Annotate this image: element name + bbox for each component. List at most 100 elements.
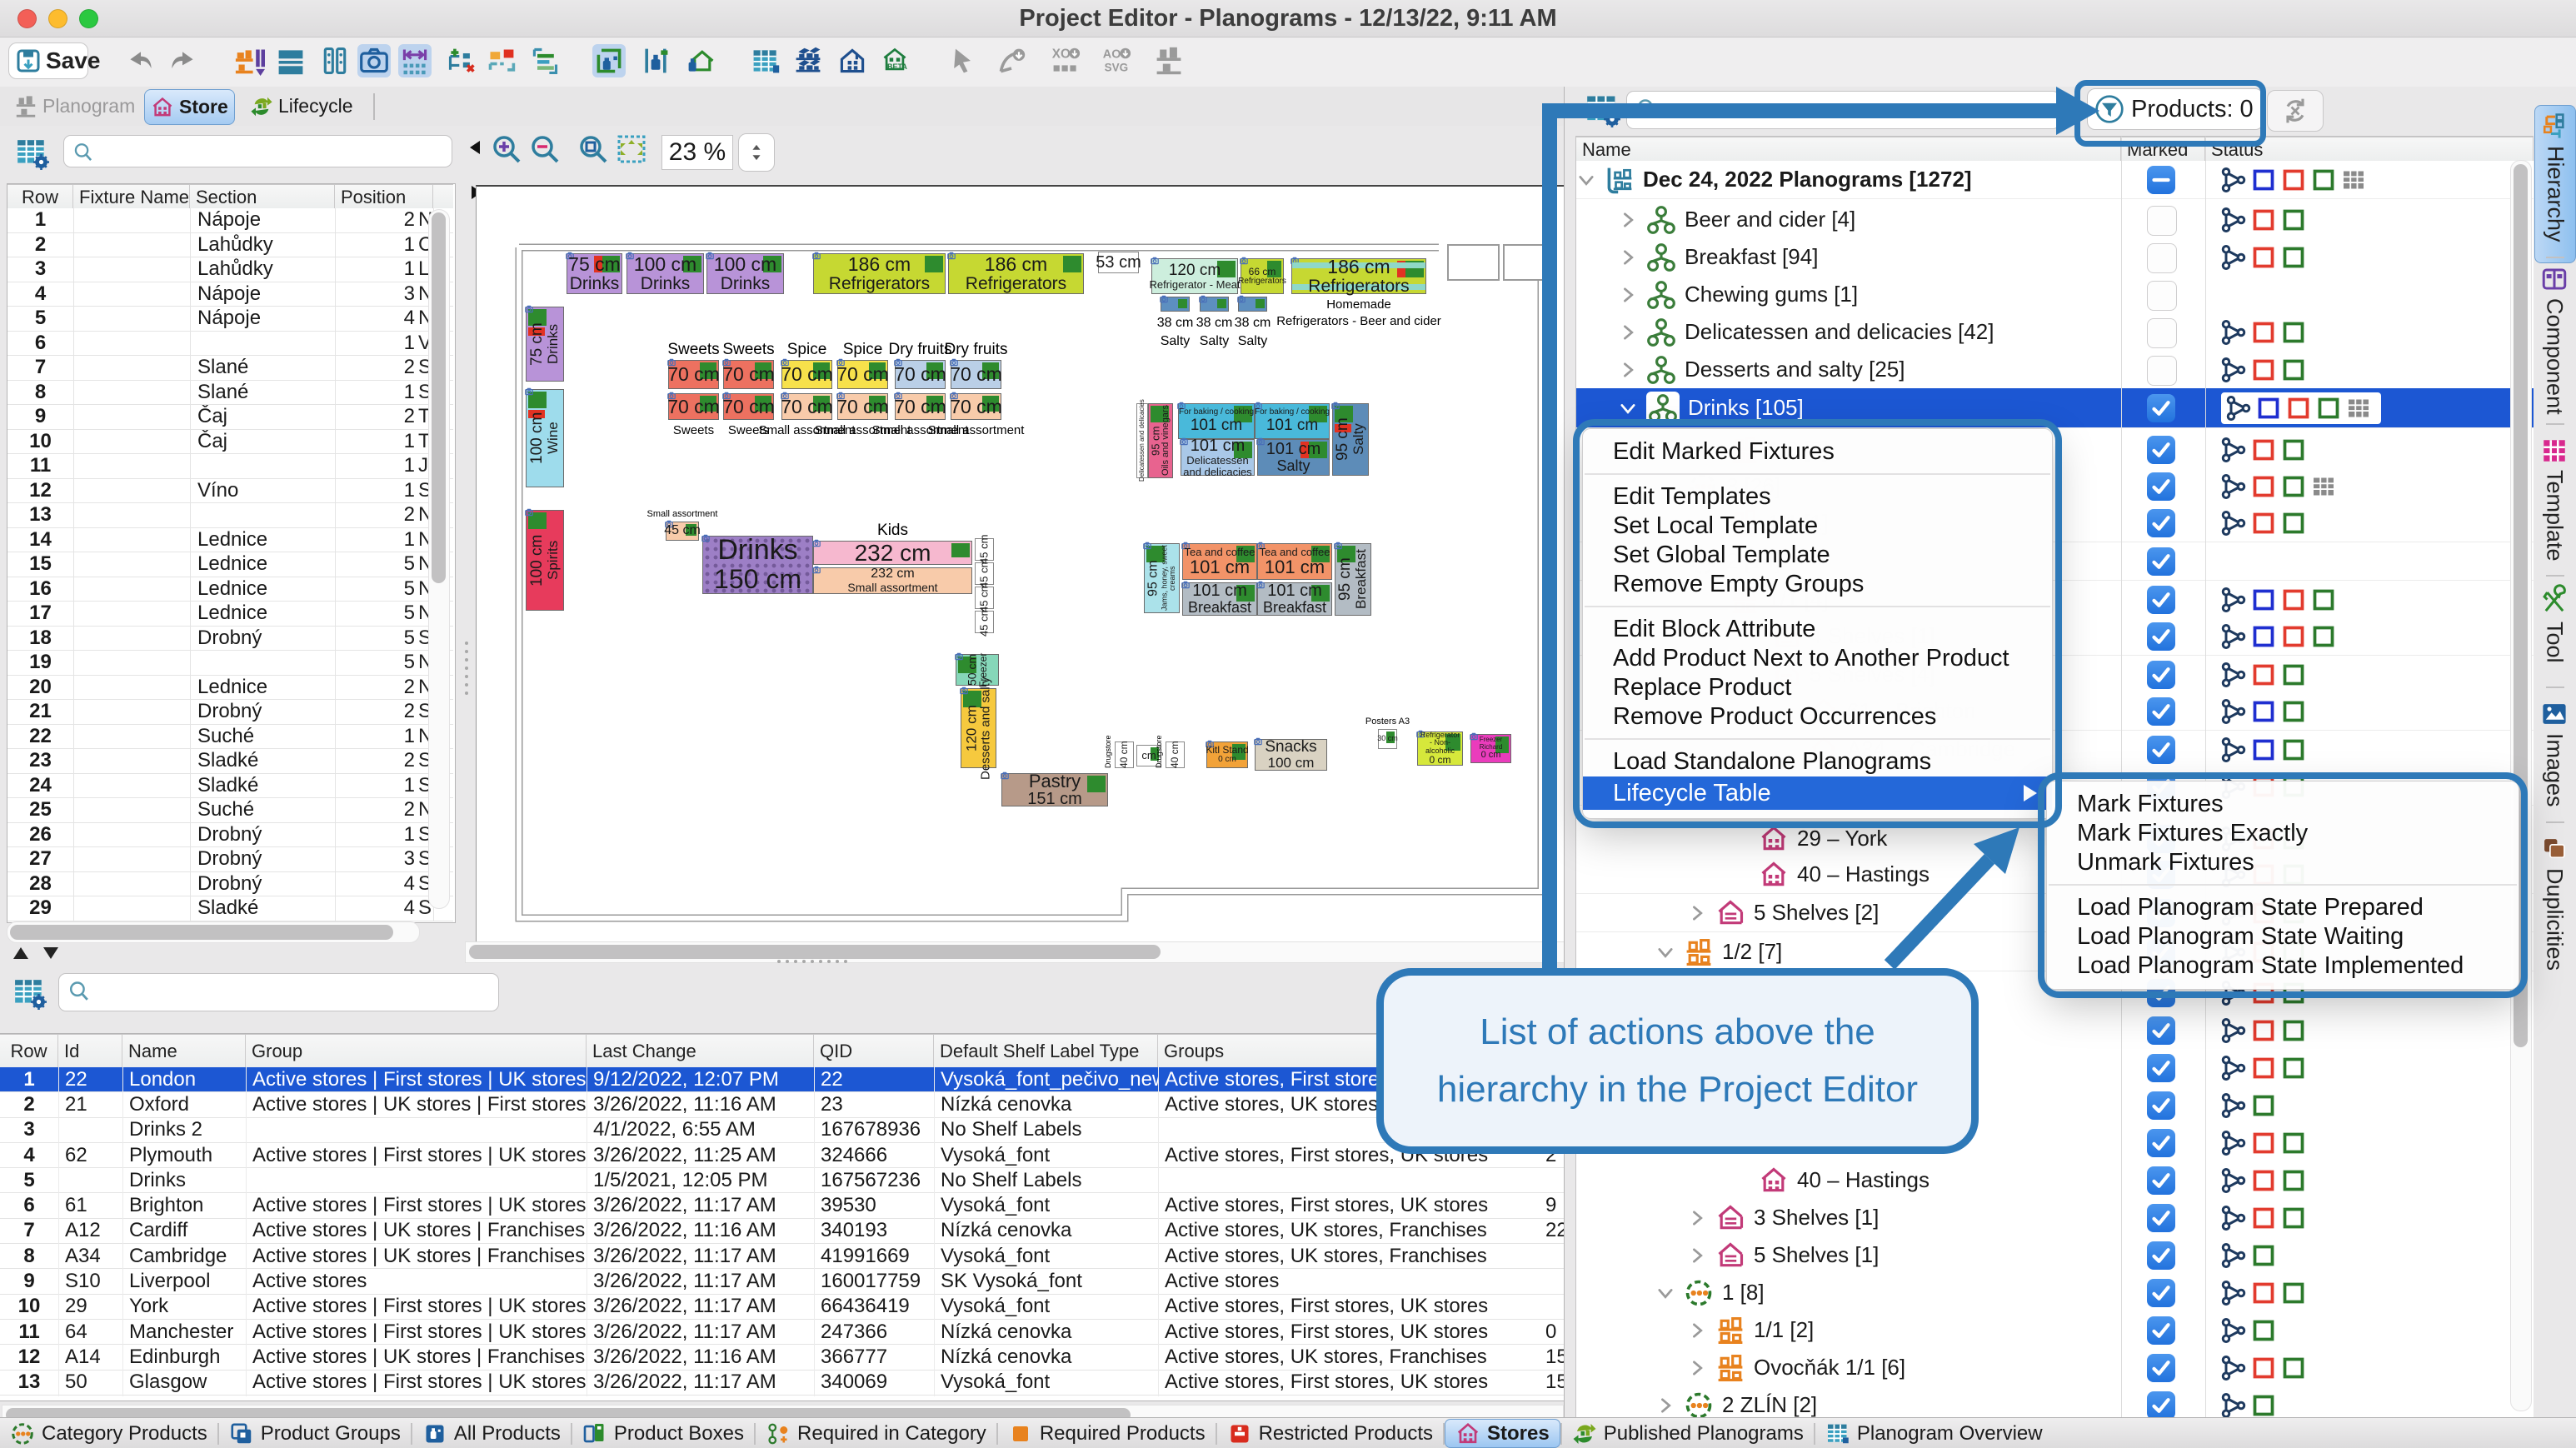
column-header-qid[interactable]: QID [814,1035,934,1068]
table-row[interactable]: 21Drobný2S [7,700,453,725]
fixture-70-cm[interactable]: 70 cm [668,360,719,389]
tree-item-5-shelves-1-[interactable]: 5 Shelves [1] [1576,1236,2534,1275]
table-row[interactable]: 2Lahůdky1C [7,233,453,258]
table-row[interactable]: 24Sladké1S [7,774,453,799]
table-row[interactable]: 20Lednice2N [7,676,453,701]
menu-item-load-planogram-state-waiting[interactable]: Load Planogram State Waiting [2047,922,2519,951]
table-row[interactable]: 4Nápoje3N [7,282,453,307]
marked-checkbox[interactable] [2147,356,2177,386]
fixture-70-cm[interactable]: 70 cm [951,360,1001,389]
table-row[interactable]: 122LondonActive stores | First stores | … [0,1067,1564,1092]
table-row[interactable]: 7A12CardiffActive stores | UK stores | F… [0,1219,1564,1244]
table-row[interactable]: 7Slané2S [7,356,453,381]
fixture-95-cm[interactable]: 95 cmSalty [1332,403,1369,476]
tab-store[interactable]: Store [144,89,235,125]
side-tab-images[interactable]: Images [2534,693,2574,826]
scroll-thumb[interactable] [10,925,393,940]
fixture-45-cm[interactable]: 45 cm [975,562,994,585]
hierarchy-collapse-icon[interactable] [1570,102,1582,118]
fixture-232-cm[interactable]: 232 cmSmall assortment [813,567,972,594]
menu-item-set-global-template[interactable]: Set Global Template [1583,541,2052,570]
column-header-name[interactable]: Name [1576,137,2121,162]
table-row[interactable]: 5Drinks1/5/2021, 12:05 PM167567236No She… [0,1168,1564,1193]
left-table-search-input[interactable] [63,135,452,167]
table-row[interactable]: 1Nápoje2N [7,208,453,233]
fixture-40-cm[interactable]: 40 cm [1115,741,1134,768]
menu-item-mark-fixtures-exactly[interactable]: Mark Fixtures Exactly [2047,819,2519,848]
marked-checkbox[interactable] [2147,1241,2175,1270]
table-row[interactable]: 1164ManchesterActive stores | First stor… [0,1320,1564,1345]
fixture-refrigerator-non-alcoholic[interactable]: Refrigerator - Non-alcoholic0 cm [1417,731,1463,766]
table-row[interactable]: 221OxfordActive stores | UK stores | Fir… [0,1092,1564,1117]
fixture-45-cm[interactable]: 45 cm [975,587,994,609]
fixture-box[interactable] [1161,297,1190,312]
fixture-45-cm[interactable]: 45 cm [666,522,699,541]
menu-item-edit-templates[interactable]: Edit Templates [1583,482,2052,512]
fixture-drinks[interactable]: Drinks150 cm [702,536,813,594]
table-row[interactable]: 1350GlasgowActive stores | First stores … [0,1371,1564,1396]
table-row[interactable]: 10Čaj1T [7,430,453,455]
marked-checkbox[interactable] [2147,1129,2175,1157]
toolbar-blocks-icon[interactable] [485,44,518,77]
column-header-id[interactable]: Id [58,1035,122,1068]
zoom-control-zoom-fit-icon[interactable] [615,132,648,170]
table-row[interactable]: 1029YorkActive stores | First stores | U… [0,1295,1564,1320]
table-row[interactable]: 12Víno1S [7,479,453,504]
bottom-tab-product-groups[interactable]: Product Groups [219,1420,411,1447]
side-tab-hierarchy[interactable]: Hierarchy [2534,105,2576,263]
fixture-kitl-stand[interactable]: Kitl Stand0 cm [1206,741,1248,768]
table-row[interactable]: 23Sladké2S [7,749,453,774]
vertical-splitter-handle[interactable] [463,642,470,700]
fixture-232-cm[interactable]: 232 cm [813,541,972,565]
marked-checkbox[interactable] [2147,436,2175,464]
column-header-default-shelf-label-type[interactable]: Default Shelf Label Type [934,1035,1158,1068]
chevron-down-icon[interactable] [1576,170,1596,190]
marked-checkbox[interactable] [2147,1166,2175,1195]
table-row[interactable]: 661BrightonActive stores | First stores … [0,1194,1564,1219]
fixture-101-cm[interactable]: For baking / cooking101 cm [1255,403,1330,439]
table-row[interactable]: 195N [7,651,453,676]
canvas-hscrollbar[interactable] [465,941,1565,963]
fixture-cm[interactable]: cm [1136,745,1161,766]
zoom-control-zoom-original-icon[interactable] [577,132,610,170]
menu-item-remove-product-occurrences[interactable]: Remove Product Occurrences [1583,702,2052,731]
left-table-settings-button[interactable] [15,136,50,175]
menu-item-remove-empty-groups[interactable]: Remove Empty Groups [1583,570,2052,599]
bottom-tab-required-in-category[interactable]: Required in Category [756,1420,996,1447]
tree-item-chewing-gums-1-[interactable]: Chewing gums [1] [1576,276,2534,314]
table-row[interactable]: 15Lednice5N [7,552,453,577]
toolbar-cursor-icon[interactable] [946,44,980,77]
fixture-45-cm[interactable]: 45 cm [975,611,994,633]
side-tab-tool[interactable]: Tool [2534,582,2574,692]
column-header-section[interactable]: Section [190,185,335,209]
marked-checkbox[interactable] [2147,509,2175,537]
fixture-100-cm[interactable]: 100 cmSpirits [526,510,564,611]
table-row[interactable]: 3Drinks 24/1/2022, 6:55 AM167678936No Sh… [0,1118,1564,1143]
fixture-snacks[interactable]: Snacks100 cm [1255,739,1327,771]
toolbar-shelf-stack-icon[interactable] [791,44,825,77]
bottom-tab-product-boxes[interactable]: Product Boxes [572,1420,754,1447]
marked-checkbox[interactable] [2147,622,2175,651]
table-row[interactable]: 462PlymouthActive stores | First stores … [0,1143,1564,1168]
toolbar-product-frame-icon[interactable] [592,44,626,77]
fixture-70-cm[interactable]: 70 cm [723,393,774,420]
toolbar-fixture-sort-icon[interactable] [233,44,267,77]
tree-item-breakfast-94-[interactable]: Breakfast [94] [1576,238,2534,277]
bottom-tab-all-products[interactable]: All Products [412,1420,571,1447]
fixture-70-cm[interactable]: 70 cm [951,393,1001,420]
marked-checkbox[interactable] [2147,1091,2175,1120]
collapse-left-icon[interactable] [468,139,482,156]
fixture-186-cm[interactable]: 186 cmRefrigerators [948,253,1084,294]
stores-table-settings-button[interactable] [12,976,47,1015]
table-row[interactable]: 27Drobný3S [7,847,453,872]
table-row[interactable]: 111J [7,454,453,479]
table-row[interactable]: 8A34CambridgeActive stores | UK stores |… [0,1244,1564,1269]
tree-item-delicatessen-and-delicacies-42-[interactable]: Delicatessen and delicacies [42] [1576,313,2534,352]
fixture-40-cm[interactable]: 40 cm [1166,741,1185,768]
tree-item-drinks-105-[interactable]: Drinks [105] [1576,388,2534,428]
fixture-75-cm[interactable]: 75 cmDrinks [526,307,564,382]
marked-checkbox[interactable] [2147,1054,2175,1082]
bottom-tab-required-products[interactable]: Required Products [998,1420,1216,1447]
tree-item-1-8-[interactable]: 1 [8] [1576,1274,2534,1312]
column-header-last-change[interactable]: Last Change [587,1035,814,1068]
